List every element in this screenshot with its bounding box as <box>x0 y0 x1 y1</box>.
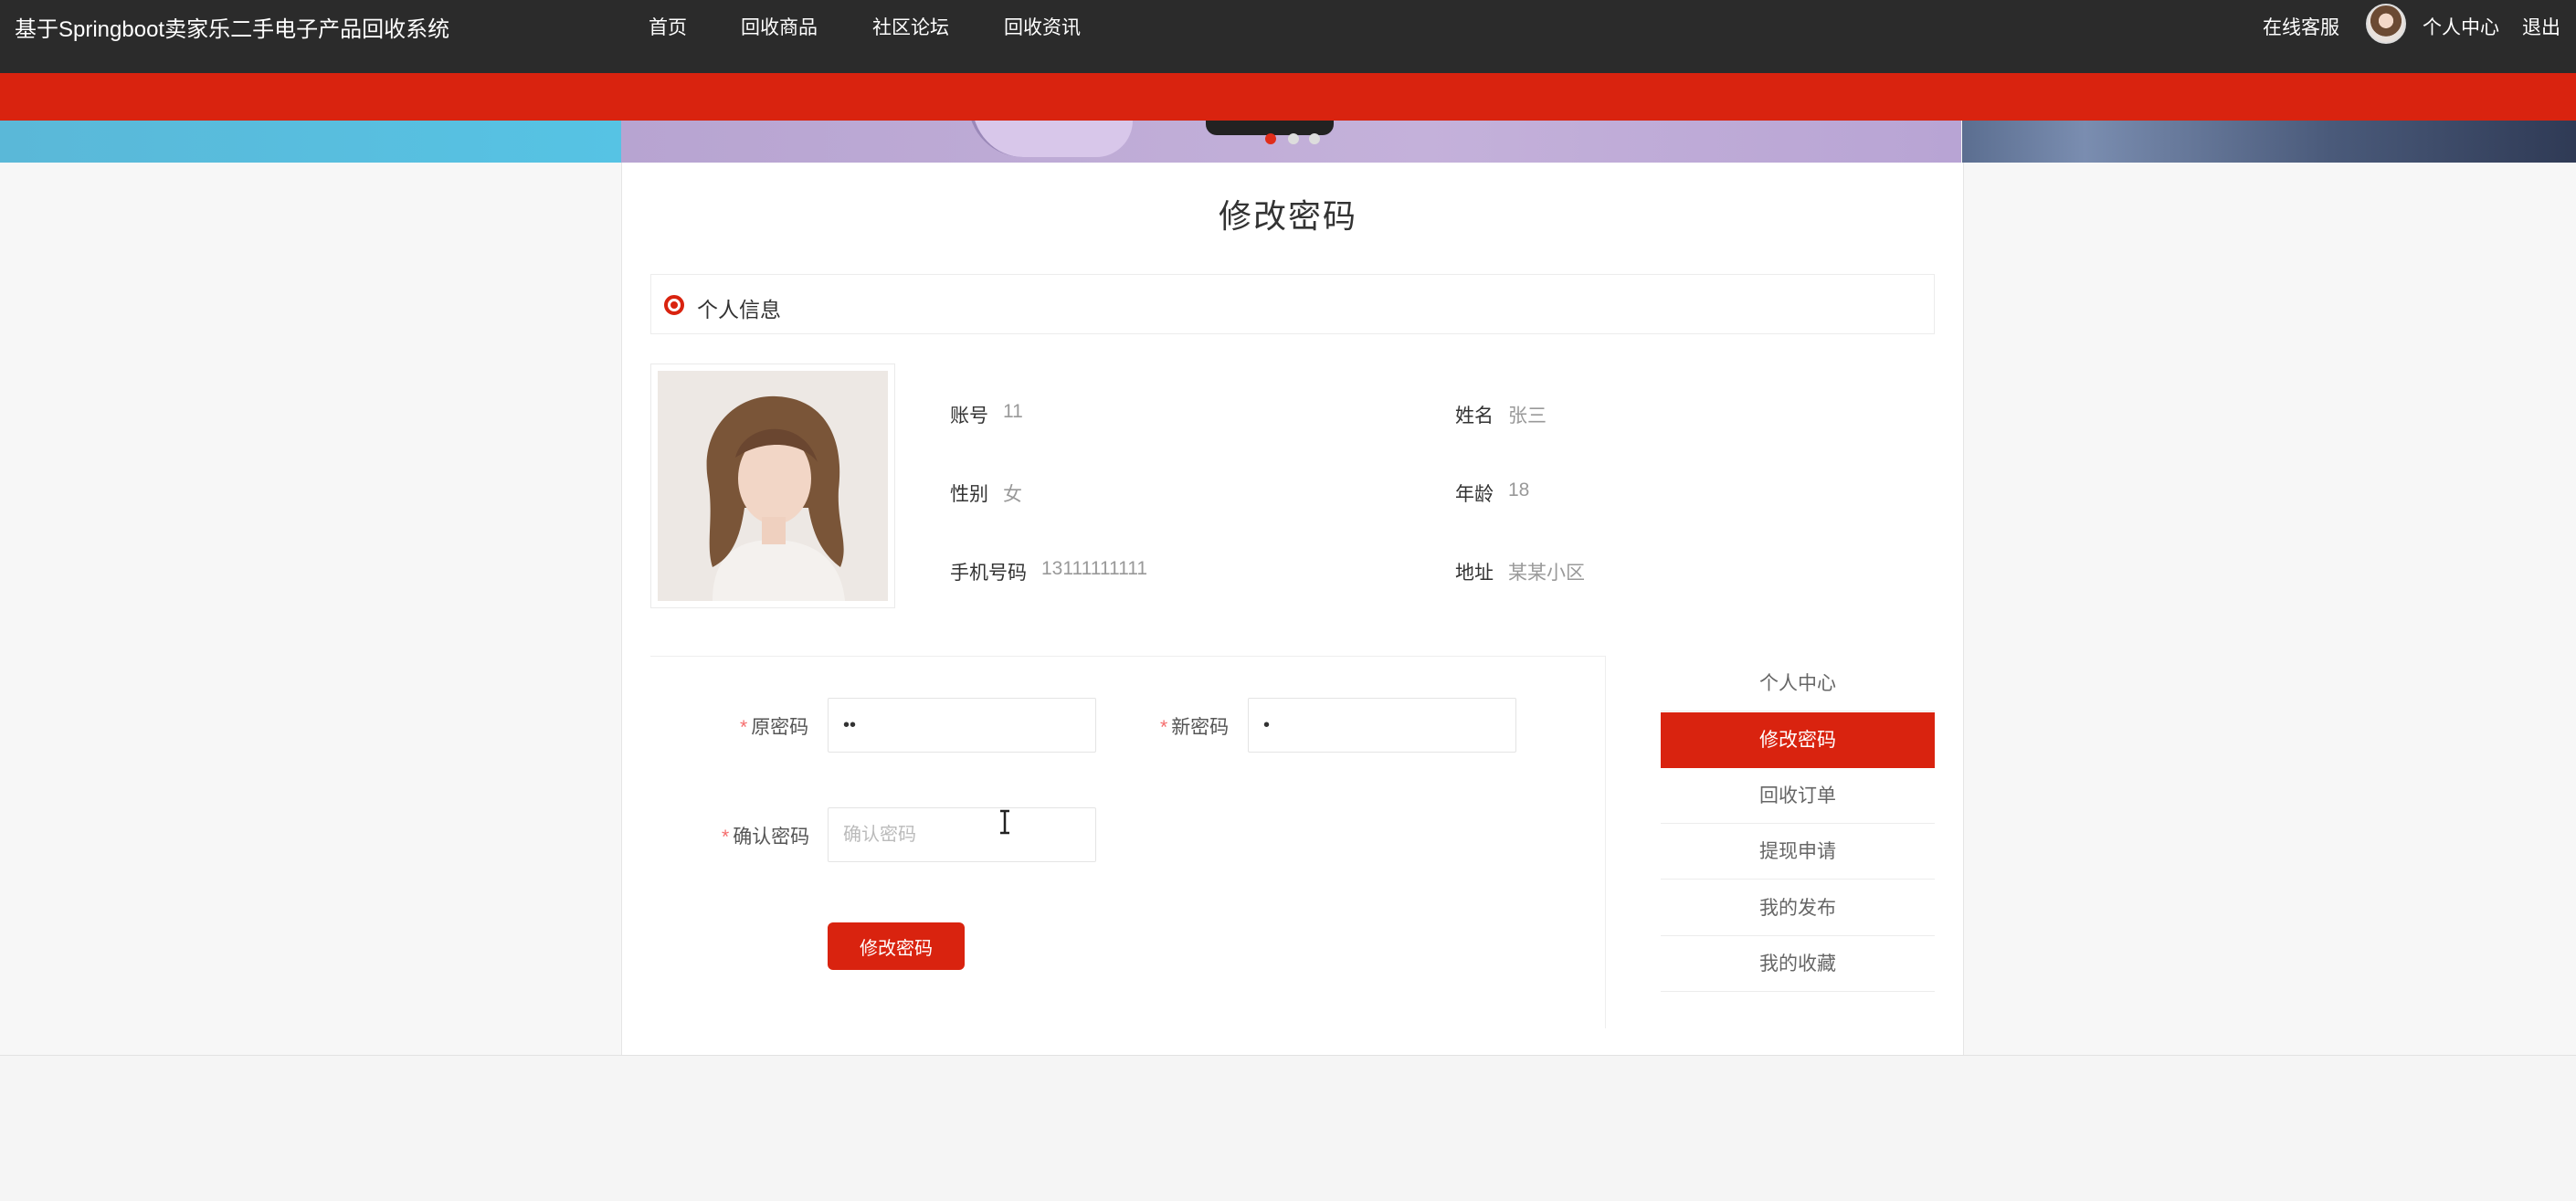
user-center-link[interactable]: 个人中心 <box>2423 13 2499 40</box>
account-label: 账号 <box>950 406 988 427</box>
nav-home[interactable]: 首页 <box>649 13 687 40</box>
nav-recycle-goods[interactable]: 回收商品 <box>741 13 818 40</box>
age-label: 年龄 <box>1455 484 1494 505</box>
old-password-label: * 原密码 <box>740 717 809 738</box>
new-password-input[interactable] <box>1248 698 1516 753</box>
name-label: 姓名 <box>1455 406 1494 427</box>
online-service-link[interactable]: 在线客服 <box>2263 13 2339 40</box>
side-menu-my-posts[interactable]: 我的发布 <box>1661 880 1935 936</box>
banner-slide-prev <box>0 121 621 163</box>
nav-recycle-news[interactable]: 回收资讯 <box>1004 13 1081 40</box>
user-avatar[interactable] <box>2366 4 2406 44</box>
site-title[interactable]: 基于Springboot卖家乐二手电子产品回收系统 <box>15 11 449 43</box>
side-menu-withdraw[interactable]: 提现申请 <box>1661 824 1935 880</box>
old-password-input[interactable] <box>828 698 1096 753</box>
new-password-label: * 新密码 <box>1160 717 1230 738</box>
accent-band <box>0 73 2576 121</box>
phone-value: 13111111111 <box>1041 558 1148 579</box>
section-header: 个人信息 <box>650 274 1935 334</box>
side-menu-change-password[interactable]: 修改密码 <box>1661 712 1935 768</box>
carousel-dot[interactable] <box>1265 133 1276 144</box>
top-navbar: 基于Springboot卖家乐二手电子产品回收系统 首页 回收商品 社区论坛 回… <box>0 0 2576 73</box>
age-value: 18 <box>1508 479 1530 500</box>
banner-phone-image <box>968 121 1133 157</box>
nav-forum[interactable]: 社区论坛 <box>872 13 949 40</box>
section-label: 个人信息 <box>697 298 781 321</box>
confirm-password-label: * 确认密码 <box>722 827 810 848</box>
profile-photo <box>658 371 888 601</box>
text-cursor-icon <box>1000 809 1009 835</box>
change-password-button[interactable]: 修改密码 <box>828 922 965 970</box>
carousel-dot[interactable] <box>1288 133 1299 144</box>
logout-link[interactable]: 退出 <box>2522 13 2560 40</box>
side-menu-favorites[interactable]: 我的收藏 <box>1661 936 1935 992</box>
address-label: 地址 <box>1455 563 1494 584</box>
confirm-password-input[interactable] <box>828 807 1096 862</box>
page-title: 修改密码 <box>1218 197 1357 235</box>
side-menu-user-center[interactable]: 个人中心 <box>1661 656 1935 711</box>
carousel-dot[interactable] <box>1309 133 1320 144</box>
phone-label: 手机号码 <box>950 563 1027 584</box>
gender-value: 女 <box>1003 484 1022 505</box>
banner-slide-next <box>1962 121 2576 163</box>
name-value: 张三 <box>1508 406 1547 427</box>
radio-dot-icon <box>664 295 684 315</box>
profile-avatar <box>650 363 895 608</box>
account-value: 11 <box>1003 401 1023 422</box>
footer <box>0 1055 2576 1201</box>
side-menu-recycle-orders[interactable]: 回收订单 <box>1661 768 1935 824</box>
gender-label: 性别 <box>950 484 988 505</box>
address-value: 某某小区 <box>1508 563 1585 584</box>
